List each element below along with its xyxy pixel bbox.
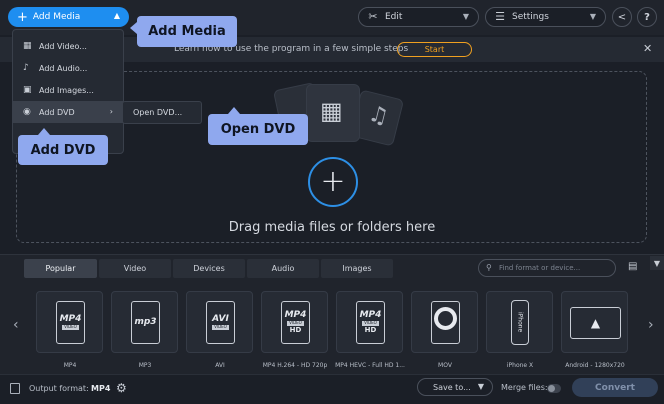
mp4-hevc-file-icon: MP4 VIDEO HD	[356, 301, 385, 344]
format-label-mp3: MP3	[138, 362, 152, 369]
format-card-mov[interactable]	[411, 291, 478, 353]
save-to-label: Save to...	[433, 382, 471, 392]
format-card-mp4-hd[interactable]: MP4 VIDEO HD	[261, 291, 328, 353]
scroll-left-button[interactable]: ‹	[13, 317, 19, 333]
format-label-avi: AVI	[215, 362, 225, 369]
close-icon[interactable]: ✕	[643, 42, 652, 55]
format-card-iphone-x[interactable]: iPhone	[486, 291, 553, 353]
format-label-mp4-hd: MP4 H.264 - HD 720p	[262, 362, 328, 369]
format-search-input[interactable]: ⚲ Find format or device...	[478, 259, 616, 277]
format-label-mp4-hevc: MP4 HEVC - Full HD 1...	[335, 362, 405, 369]
quicktime-icon	[434, 307, 457, 330]
chevron-up-icon: ▲	[113, 11, 120, 20]
mp4-hd-file-icon: MP4 VIDEO HD	[281, 301, 310, 344]
settings-button[interactable]: ☰ Settings ▼	[485, 7, 606, 27]
plus-icon: +	[320, 164, 346, 199]
callout-open-dvd: Open DVD	[208, 107, 308, 145]
menu-item-open-dvd[interactable]: Open DVD...	[122, 101, 202, 124]
convert-button[interactable]: Convert	[572, 378, 658, 397]
format-card-avi[interactable]: AVI VIDEO	[186, 291, 253, 353]
edit-label: Edit	[385, 12, 403, 22]
device-detect-icon[interactable]: ▤	[628, 261, 642, 275]
tab-audio[interactable]: Audio	[247, 259, 319, 278]
chevron-down-icon: ▼	[589, 12, 596, 21]
output-format-value[interactable]: MP4	[91, 384, 110, 393]
callout-add-dvd: Add DVD	[18, 128, 108, 165]
output-file-icon	[10, 383, 20, 394]
sliders-icon: ☰	[495, 10, 505, 23]
share-button[interactable]: <	[612, 7, 632, 27]
format-label-mov: MOV	[438, 362, 452, 369]
menu-item-add-dvd[interactable]: ◉ Add DVD ›	[13, 101, 123, 123]
help-button[interactable]: ?	[637, 7, 657, 27]
share-icon: <	[617, 11, 627, 23]
menu-item-add-audio[interactable]: ♪ Add Audio...	[13, 57, 123, 79]
menu-item-label: Add Video...	[39, 41, 87, 51]
save-to-button[interactable]: Save to... ▼	[417, 378, 493, 396]
format-card-android[interactable]: ▲	[561, 291, 628, 353]
add-files-button[interactable]: +	[308, 157, 358, 207]
tab-popular[interactable]: Popular	[24, 259, 97, 278]
tab-video[interactable]: Video	[99, 259, 171, 278]
add-media-button[interactable]: + Add Media ▲	[8, 7, 129, 27]
mp4-file-icon: MP4 VIDEO	[56, 301, 85, 344]
chevron-right-icon: ›	[109, 107, 113, 116]
film-icon: ▦	[306, 84, 360, 142]
edit-button[interactable]: ✂ Edit ▼	[358, 7, 479, 27]
gear-icon[interactable]: ⚙	[116, 381, 127, 395]
menu-item-add-video[interactable]: ▦ Add Video...	[13, 35, 123, 57]
format-label-android: Android - 1280x720	[565, 362, 625, 369]
android-tablet-icon: ▲	[570, 307, 621, 339]
search-icon: ⚲	[486, 263, 492, 272]
tools-icon: ✂	[368, 10, 378, 23]
chevron-down-icon: ▼	[462, 12, 469, 21]
format-label-mp4: MP4	[63, 362, 77, 369]
merge-files-toggle[interactable]	[547, 384, 561, 393]
drop-zone-text: Drag media files or folders here	[228, 220, 436, 235]
merge-files-label: Merge files:	[501, 383, 548, 392]
format-card-mp3[interactable]: mp3	[111, 291, 178, 353]
mp3-file-icon: mp3	[131, 301, 160, 344]
disc-icon: ◉	[23, 107, 31, 117]
iphone-icon: iPhone	[511, 300, 529, 345]
plus-icon: +	[17, 9, 28, 25]
format-search-placeholder: Find format or device...	[499, 264, 581, 272]
menu-item-label: Add Images...	[39, 85, 94, 95]
tab-devices[interactable]: Devices	[173, 259, 245, 278]
callout-add-media: Add Media	[130, 16, 237, 47]
start-tutorial-button[interactable]: Start	[397, 42, 472, 57]
avi-file-icon: AVI VIDEO	[206, 301, 235, 344]
format-card-mp4[interactable]: MP4 VIDEO	[36, 291, 103, 353]
menu-item-label: Add Audio...	[39, 63, 88, 73]
menu-item-label: Add DVD	[39, 107, 75, 117]
output-format-label: Output format:	[29, 384, 89, 393]
chevron-down-icon[interactable]: ▼	[650, 256, 664, 270]
add-media-label: Add Media	[32, 12, 81, 22]
help-icon: ?	[644, 11, 650, 23]
music-icon: ♪	[23, 63, 29, 73]
image-icon: ▣	[23, 85, 32, 95]
settings-label: Settings	[512, 12, 549, 22]
video-icon: ▦	[23, 41, 32, 51]
format-label-iphone-x: iPhone X	[506, 362, 534, 369]
scroll-right-button[interactable]: ›	[648, 317, 654, 333]
format-card-mp4-hevc[interactable]: MP4 VIDEO HD	[336, 291, 403, 353]
chevron-down-icon: ▼	[477, 382, 484, 391]
tab-images[interactable]: Images	[321, 259, 393, 278]
menu-item-add-images[interactable]: ▣ Add Images...	[13, 79, 123, 101]
